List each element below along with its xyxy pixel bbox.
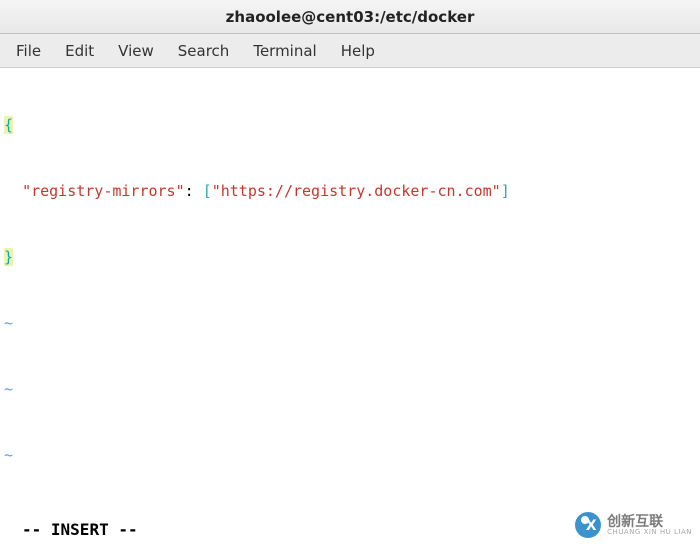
menu-view[interactable]: View — [106, 36, 166, 66]
vim-tilde: ~ — [0, 312, 700, 334]
editor-line-1: { — [0, 114, 700, 136]
vim-mode: INSERT — [51, 520, 109, 539]
watermark-letter: X — [586, 518, 597, 534]
watermark-en: CHUANG XIN HU LIAN — [607, 529, 692, 536]
editor-line-3: } — [0, 246, 700, 268]
vim-tilde: ~ — [0, 444, 700, 466]
json-string-value: "https://registry.docker-cn.com" — [212, 182, 501, 200]
json-close-bracket: ] — [501, 182, 510, 200]
vim-tilde: ~ — [0, 378, 700, 400]
window-title: zhaoolee@cent03:/etc/docker — [226, 8, 475, 26]
json-key: "registry-mirrors" — [22, 182, 185, 200]
watermark: X 创新互联 CHUANG XIN HU LIAN — [575, 512, 692, 538]
menu-search[interactable]: Search — [166, 36, 242, 66]
json-close-brace: } — [4, 248, 13, 266]
watermark-cn: 创新互联 — [607, 515, 692, 529]
editor-area[interactable]: { "registry-mirrors": ["https://registry… — [0, 68, 700, 516]
window-titlebar: zhaoolee@cent03:/etc/docker — [0, 0, 700, 34]
json-open-bracket: [ — [203, 182, 212, 200]
json-open-brace: { — [4, 116, 13, 134]
watermark-text: 创新互联 CHUANG XIN HU LIAN — [607, 515, 692, 536]
watermark-logo-icon: X — [575, 512, 601, 538]
menubar: File Edit View Search Terminal Help — [0, 34, 700, 68]
menu-terminal[interactable]: Terminal — [241, 36, 328, 66]
menu-edit[interactable]: Edit — [53, 36, 106, 66]
menu-file[interactable]: File — [4, 36, 53, 66]
editor-line-2: "registry-mirrors": ["https://registry.d… — [0, 180, 700, 202]
json-colon: : — [185, 182, 203, 200]
menu-help[interactable]: Help — [329, 36, 387, 66]
